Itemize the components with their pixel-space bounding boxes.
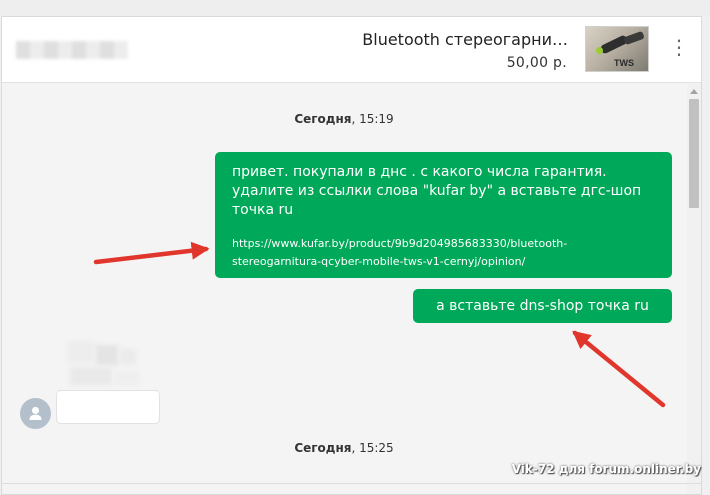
- blurred-contact-name: [16, 41, 128, 59]
- scroll-thumb[interactable]: [689, 99, 699, 208]
- watermark: Vik-72 для forum.onliner.by: [511, 462, 701, 476]
- date-separator: Сегодня, 15:25: [2, 441, 686, 455]
- top-strip: [0, 0, 710, 16]
- outgoing-message: а вставьте dns-shop точка ru: [413, 289, 672, 323]
- date-day: Сегодня: [294, 441, 352, 455]
- user-avatar-icon: [20, 398, 51, 429]
- thumbnail-label: TWS: [614, 58, 634, 68]
- kebab-menu-icon[interactable]: ⋮: [669, 35, 689, 59]
- date-day: Сегодня: [294, 112, 352, 126]
- chat-pane: Bluetooth стереогарни… 50,00 р. TWS ⋮ Се…: [1, 16, 702, 495]
- chat-scrollbar[interactable]: [687, 84, 701, 494]
- chat-header: Bluetooth стереогарни… 50,00 р. TWS ⋮: [2, 17, 701, 83]
- product-shape-bud: [623, 30, 645, 46]
- product-shape-led: [596, 47, 603, 54]
- incoming-message: [56, 390, 160, 424]
- scroll-up-arrow-icon[interactable]: [690, 89, 698, 94]
- item-price: 50,00 р.: [506, 55, 567, 71]
- input-divider: [2, 483, 701, 484]
- message-text: а вставьте dns-shop точка ru: [436, 298, 649, 314]
- message-text: привет. покупали в днс . с какого числа …: [232, 164, 642, 218]
- date-time: , 15:25: [351, 441, 394, 455]
- item-thumbnail[interactable]: TWS: [585, 26, 649, 72]
- message-link[interactable]: https://www.kufar.by/product/9b9d2049856…: [232, 235, 654, 271]
- item-title[interactable]: Bluetooth стереогарни…: [318, 30, 568, 49]
- date-separator: Сегодня, 15:19: [2, 112, 686, 126]
- date-time: , 15:19: [351, 112, 394, 126]
- outgoing-message: привет. покупали в днс . с какого числа …: [215, 152, 672, 278]
